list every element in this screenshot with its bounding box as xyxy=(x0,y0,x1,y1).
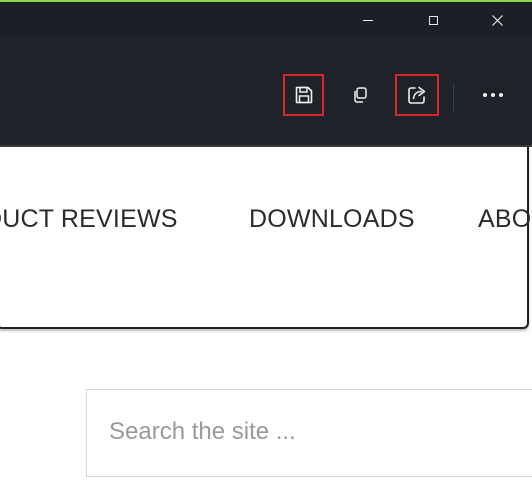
nav-item-product-reviews[interactable]: DUCT REVIEWS xyxy=(0,205,178,234)
title-bar xyxy=(0,2,532,38)
close-button[interactable] xyxy=(472,2,522,38)
minimize-button[interactable] xyxy=(343,2,393,38)
copy-button[interactable] xyxy=(340,75,380,115)
toolbar xyxy=(0,38,532,145)
search-placeholder: Search the site ... xyxy=(109,418,296,445)
nav-item-about[interactable]: ABO xyxy=(478,205,531,234)
minimize-icon xyxy=(363,19,373,21)
site-navigation: DUCT REVIEWS DOWNLOADS ABO xyxy=(0,147,531,329)
save-icon xyxy=(295,86,312,104)
toolbar-separator xyxy=(453,83,454,111)
nav-item-downloads[interactable]: DOWNLOADS xyxy=(249,205,415,234)
more-options-button[interactable] xyxy=(473,75,513,115)
save-button[interactable] xyxy=(283,74,324,116)
close-icon xyxy=(491,14,503,26)
browser-chrome xyxy=(0,2,532,145)
app-window: DUCT REVIEWS DOWNLOADS ABO Search the si… xyxy=(0,0,532,500)
search-input[interactable]: Search the site ... xyxy=(86,389,532,477)
share-icon xyxy=(408,86,426,104)
share-button[interactable] xyxy=(395,74,439,116)
more-icon xyxy=(483,93,503,97)
copy-icon xyxy=(354,87,367,103)
maximize-button[interactable] xyxy=(408,2,458,38)
maximize-icon xyxy=(428,15,438,25)
